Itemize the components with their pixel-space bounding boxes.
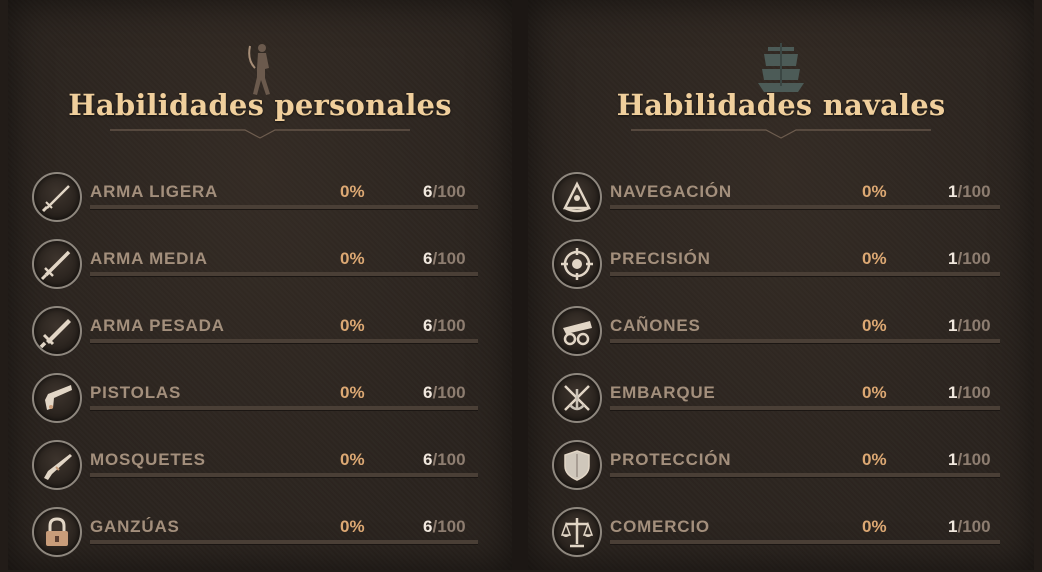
skill-level-max: /100 <box>957 182 991 201</box>
skill-row-boarding[interactable]: EMBARQUE 0% 1/100 <box>528 371 1034 438</box>
title-underline <box>110 127 410 145</box>
skill-level-max: /100 <box>432 517 466 536</box>
skill-level: 6/100 <box>423 182 466 202</box>
skill-name: EMBARQUE <box>610 383 716 402</box>
skill-level-max: /100 <box>957 383 991 402</box>
skill-row-heavy-weapon[interactable]: ARMA PESADA 0% 6/100 <box>8 304 512 371</box>
skill-percent: 0% <box>862 182 887 201</box>
skill-percent: 0% <box>862 383 887 402</box>
skill-percent: 0% <box>340 450 365 469</box>
skill-progress-bar <box>90 406 478 411</box>
personal-skills-header: Habilidades personales <box>8 0 512 150</box>
pistol-icon <box>32 373 82 423</box>
title-underline <box>631 127 931 145</box>
skill-percent: 0% <box>862 517 887 536</box>
skill-percent: 0% <box>340 249 365 268</box>
skill-level-max: /100 <box>957 450 991 469</box>
skill-level: 6/100 <box>423 383 466 403</box>
naval-skills-title: Habilidades navales <box>616 88 946 122</box>
panel-divider <box>512 0 528 570</box>
skill-name: GANZÚAS <box>90 517 180 536</box>
skill-percent: 0% <box>340 316 365 335</box>
heavy-sword-icon <box>32 306 82 356</box>
skill-name: PROTECCIÓN <box>610 450 732 469</box>
skill-percent: 0% <box>340 517 365 536</box>
skill-level: 6/100 <box>423 316 466 336</box>
skill-name: ARMA MEDIA <box>90 249 208 268</box>
crosshair-icon <box>552 239 602 289</box>
sextant-icon <box>552 172 602 222</box>
skill-level: 1/100 <box>948 450 991 470</box>
skill-row-light-weapon[interactable]: ARMA LIGERA 0% 6/100 <box>8 170 512 237</box>
skill-progress-bar <box>610 339 1000 344</box>
skill-level: 6/100 <box>423 249 466 269</box>
skill-level-max: /100 <box>957 249 991 268</box>
personal-skills-title: Habilidades personales <box>68 88 452 122</box>
skill-level-max: /100 <box>432 383 466 402</box>
lockpick-icon <box>32 507 82 557</box>
skill-name: PRECISIÓN <box>610 249 711 268</box>
skill-progress-bar <box>90 272 478 277</box>
musket-icon <box>32 440 82 490</box>
skill-level: 1/100 <box>948 249 991 269</box>
skill-name: CAÑONES <box>610 316 701 335</box>
skill-row-muskets[interactable]: MOSQUETES 0% 6/100 <box>8 438 512 505</box>
scales-icon <box>552 507 602 557</box>
skill-name: ARMA LIGERA <box>90 182 219 201</box>
skill-row-protection[interactable]: PROTECCIÓN 0% 1/100 <box>528 438 1034 505</box>
skill-name: NAVEGACIÓN <box>610 182 732 201</box>
skill-level: 1/100 <box>948 517 991 537</box>
skill-progress-bar <box>610 205 1000 210</box>
skill-level-max: /100 <box>432 450 466 469</box>
skill-row-commerce[interactable]: COMERCIO 0% 1/100 <box>528 505 1034 572</box>
skill-progress-bar <box>90 339 478 344</box>
skill-progress-bar <box>90 473 478 478</box>
skill-level: 1/100 <box>948 182 991 202</box>
crossed-swords-anchor-icon <box>552 373 602 423</box>
cannon-icon <box>552 306 602 356</box>
skill-level: 6/100 <box>423 517 466 537</box>
skill-row-medium-weapon[interactable]: ARMA MEDIA 0% 6/100 <box>8 237 512 304</box>
skill-percent: 0% <box>340 182 365 201</box>
skill-progress-bar <box>610 272 1000 277</box>
skill-progress-bar <box>610 540 1000 545</box>
skill-row-precision[interactable]: PRECISIÓN 0% 1/100 <box>528 237 1034 304</box>
light-sword-icon <box>32 172 82 222</box>
skill-row-cannons[interactable]: CAÑONES 0% 1/100 <box>528 304 1034 371</box>
skill-progress-bar <box>610 473 1000 478</box>
skill-level: 6/100 <box>423 450 466 470</box>
skill-progress-bar <box>90 540 478 545</box>
skill-level-max: /100 <box>432 249 466 268</box>
naval-skills-header: Habilidades navales <box>528 0 1034 150</box>
skill-row-lockpicks[interactable]: GANZÚAS 0% 6/100 <box>8 505 512 572</box>
skill-level-max: /100 <box>432 316 466 335</box>
skill-percent: 0% <box>340 383 365 402</box>
skill-percent: 0% <box>862 316 887 335</box>
skill-level: 1/100 <box>948 316 991 336</box>
skill-name: PISTOLAS <box>90 383 182 402</box>
skill-name: COMERCIO <box>610 517 710 536</box>
skill-level: 1/100 <box>948 383 991 403</box>
skill-progress-bar <box>610 406 1000 411</box>
shield-icon <box>552 440 602 490</box>
naval-skills-panel: Habilidades navales NAVEGACIÓN 0% 1/100 … <box>528 0 1034 570</box>
skill-row-navigation[interactable]: NAVEGACIÓN 0% 1/100 <box>528 170 1034 237</box>
skill-progress-bar <box>90 205 478 210</box>
skill-level-max: /100 <box>432 182 466 201</box>
skill-row-pistols[interactable]: PISTOLAS 0% 6/100 <box>8 371 512 438</box>
medium-sword-icon <box>32 239 82 289</box>
skill-name: ARMA PESADA <box>90 316 225 335</box>
skill-name: MOSQUETES <box>90 450 206 469</box>
skill-level-max: /100 <box>957 517 991 536</box>
skill-percent: 0% <box>862 450 887 469</box>
skill-level-max: /100 <box>957 316 991 335</box>
personal-skills-panel: Habilidades personales ARMA LIGERA 0% 6/… <box>8 0 512 570</box>
skill-percent: 0% <box>862 249 887 268</box>
